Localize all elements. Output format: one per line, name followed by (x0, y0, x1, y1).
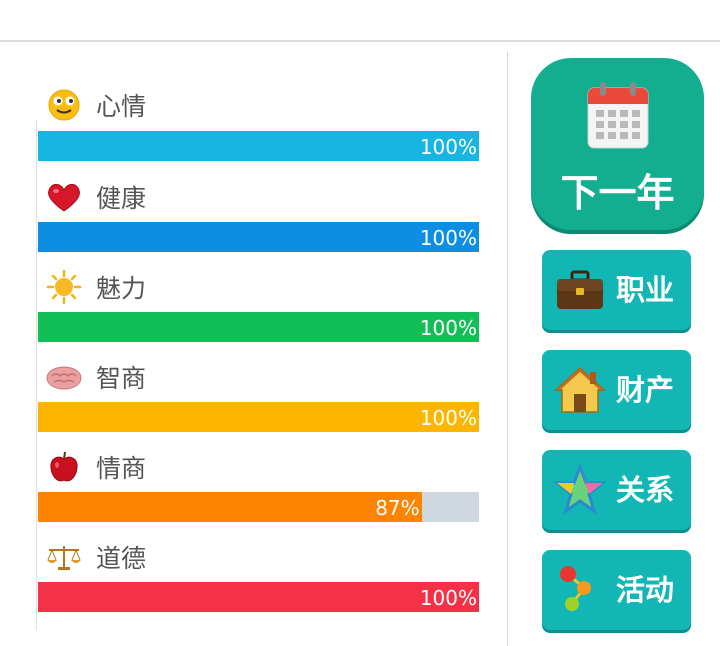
stat-name: 道德 (96, 544, 147, 573)
stat-bar-fill: 100% (38, 131, 479, 161)
column-divider (507, 52, 508, 646)
stat-name: 心情 (96, 92, 147, 121)
assets-button[interactable]: 财产 (542, 350, 691, 430)
stat-label-charm: 魅力 (44, 270, 146, 304)
briefcase-icon (554, 264, 606, 316)
stat-name: 健康 (96, 184, 147, 213)
star-icon (552, 462, 608, 516)
stat-value: 100% (419, 226, 477, 250)
apple-icon (44, 450, 84, 484)
smiley-face-icon (44, 88, 84, 122)
stat-label-morality: 道德 (44, 540, 146, 574)
stat-bar-charm: 100% (38, 312, 479, 342)
molecule-icon (554, 564, 606, 616)
stat-label-iq: 智商 (44, 360, 146, 394)
calendar-icon (586, 80, 650, 150)
stat-value: 100% (419, 135, 477, 159)
assets-label: 财产 (616, 373, 675, 407)
next-year-button[interactable]: 下一年 (531, 58, 704, 230)
stat-label-eq: 情商 (44, 450, 146, 484)
stat-bar-fill: 100% (38, 402, 479, 432)
stat-bar-fill: 100% (38, 582, 479, 612)
scales-icon (44, 540, 84, 574)
stat-bar-fill: 100% (38, 222, 479, 252)
activities-button[interactable]: 活动 (542, 550, 691, 630)
stat-bar-mood: 100% (38, 131, 479, 161)
next-year-label: 下一年 (560, 171, 675, 215)
career-label: 职业 (616, 273, 675, 307)
stat-name: 魅力 (96, 274, 147, 303)
relationships-label: 关系 (616, 473, 675, 507)
stat-label-mood: 心情 (44, 88, 146, 122)
stat-label-health: 健康 (44, 180, 146, 214)
stat-bar-iq: 100% (38, 402, 479, 432)
house-icon (554, 364, 606, 416)
activities-label: 活动 (616, 573, 675, 607)
bars-left-edge (36, 120, 37, 630)
stat-bar-eq: 87% (38, 492, 479, 522)
stat-value: 100% (419, 406, 477, 430)
sun-icon (44, 270, 84, 304)
stat-bar-health: 100% (38, 222, 479, 252)
stat-value: 87% (375, 496, 420, 520)
stat-name: 情商 (96, 454, 147, 483)
stat-name: 智商 (96, 364, 147, 393)
stat-value: 100% (419, 586, 477, 610)
stat-bar-fill: 100% (38, 312, 479, 342)
career-button[interactable]: 职业 (542, 250, 691, 330)
relationships-button[interactable]: 关系 (542, 450, 691, 530)
heart-icon (44, 180, 84, 214)
stat-value: 100% (419, 316, 477, 340)
brain-icon (44, 360, 84, 394)
top-divider (0, 40, 720, 42)
stat-bar-morality: 100% (38, 582, 479, 612)
stat-bar-fill: 87% (38, 492, 422, 522)
